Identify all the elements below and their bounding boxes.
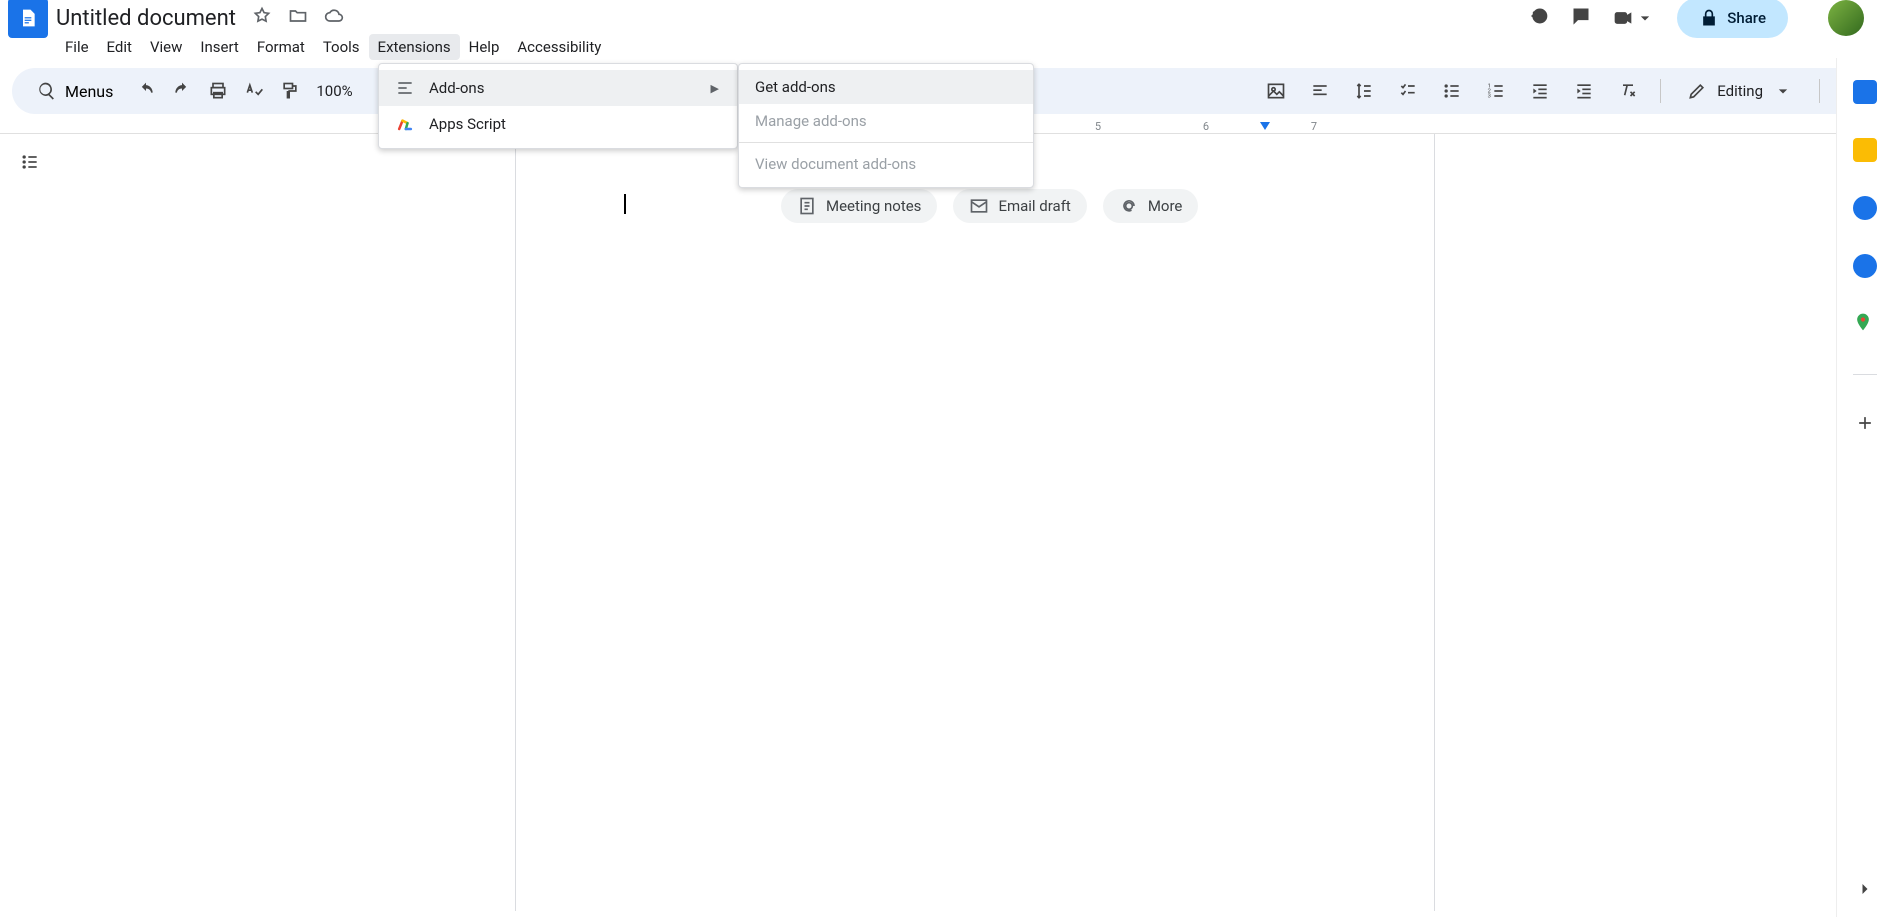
chip-email-draft[interactable]: Email draft — [953, 189, 1086, 223]
menu-accessibility[interactable]: Accessibility — [508, 34, 610, 60]
menu-item-label: Add-ons — [429, 79, 484, 97]
ruler-tick: 7 — [1311, 120, 1317, 133]
menu-extensions[interactable]: Extensions — [369, 34, 460, 60]
share-button[interactable]: Share — [1677, 0, 1788, 38]
chip-meeting-notes[interactable]: Meeting notes — [781, 189, 937, 223]
chip-more[interactable]: More — [1103, 189, 1199, 223]
chip-label: Email draft — [998, 197, 1070, 215]
cloud-status-icon[interactable] — [324, 11, 344, 30]
menu-item-label: Apps Script — [429, 115, 506, 133]
increase-indent-button[interactable] — [1568, 75, 1600, 107]
spellcheck-button[interactable] — [238, 75, 270, 107]
print-button[interactable] — [202, 75, 234, 107]
right-indent-marker[interactable] — [1260, 122, 1270, 130]
menus-search-label: Menus — [65, 82, 113, 101]
zoom-select[interactable]: 100% — [310, 82, 358, 100]
tasks-app-icon[interactable] — [1853, 196, 1877, 220]
paint-format-button[interactable] — [274, 75, 306, 107]
bulleted-list-button[interactable] — [1436, 75, 1468, 107]
comments-icon[interactable] — [1571, 6, 1591, 30]
meet-icon[interactable] — [1613, 8, 1655, 28]
align-button[interactable] — [1304, 75, 1336, 107]
separator — [1819, 79, 1820, 103]
chip-label: More — [1148, 197, 1183, 215]
line-spacing-button[interactable] — [1348, 75, 1380, 107]
menu-tools[interactable]: Tools — [314, 34, 369, 60]
checklist-button[interactable] — [1392, 75, 1424, 107]
insert-image-button[interactable] — [1260, 75, 1292, 107]
text-cursor — [624, 194, 626, 214]
ruler-tick: 6 — [1203, 120, 1209, 133]
calendar-app-icon[interactable] — [1853, 80, 1877, 104]
menu-item-addons[interactable]: Add-ons ▶ — [379, 70, 737, 106]
extensions-dropdown: Add-ons ▶ Apps Script — [378, 63, 738, 149]
side-panel-divider — [1853, 374, 1877, 375]
move-icon[interactable] — [288, 11, 308, 30]
ruler-tick: 5 — [1095, 120, 1101, 133]
submenu-manage-addons: Manage add-ons — [739, 104, 1033, 138]
menu-file[interactable]: File — [56, 34, 98, 60]
editing-mode-button[interactable]: Editing — [1677, 77, 1803, 105]
redo-button[interactable] — [166, 75, 198, 107]
side-panel — [1836, 58, 1892, 917]
menu-item-label: View document add-ons — [755, 155, 916, 173]
undo-button[interactable] — [130, 75, 162, 107]
menu-item-label: Get add-ons — [755, 78, 836, 96]
clear-formatting-button[interactable] — [1612, 75, 1644, 107]
hide-side-panel-icon[interactable] — [1855, 879, 1875, 903]
history-icon[interactable] — [1529, 6, 1549, 30]
star-icon[interactable] — [252, 11, 272, 30]
maps-app-icon[interactable] — [1853, 312, 1877, 336]
menu-view[interactable]: View — [141, 34, 191, 60]
addons-submenu: Get add-ons Manage add-ons View document… — [738, 63, 1034, 188]
menus-search[interactable]: Menus — [24, 76, 126, 106]
document-page[interactable]: Meeting notes Email draft More — [515, 134, 1435, 911]
chip-label: Meeting notes — [826, 197, 921, 215]
decrease-indent-button[interactable] — [1524, 75, 1556, 107]
menu-item-apps-script[interactable]: Apps Script — [379, 106, 737, 142]
keep-app-icon[interactable] — [1853, 138, 1877, 162]
submenu-arrow-icon: ▶ — [711, 82, 719, 95]
separator — [1660, 79, 1661, 103]
menu-format[interactable]: Format — [248, 34, 314, 60]
outline-toggle-icon[interactable] — [20, 152, 40, 911]
menu-help[interactable]: Help — [460, 34, 509, 60]
contacts-app-icon[interactable] — [1853, 254, 1877, 278]
document-title[interactable]: Untitled document — [56, 6, 236, 31]
docs-app-icon[interactable] — [8, 0, 48, 38]
menu-insert[interactable]: Insert — [191, 34, 247, 60]
numbered-list-button[interactable]: 123 — [1480, 75, 1512, 107]
account-avatar[interactable] — [1828, 0, 1864, 36]
submenu-view-document-addons: View document add-ons — [739, 147, 1033, 181]
get-addons-icon[interactable] — [1855, 413, 1875, 437]
submenu-get-addons[interactable]: Get add-ons — [739, 70, 1033, 104]
share-label: Share — [1727, 9, 1766, 27]
svg-text:3: 3 — [1488, 94, 1491, 100]
menu-edit[interactable]: Edit — [98, 34, 141, 60]
editing-mode-label: Editing — [1717, 82, 1763, 100]
menu-item-label: Manage add-ons — [755, 112, 867, 130]
menu-divider — [739, 142, 1033, 143]
